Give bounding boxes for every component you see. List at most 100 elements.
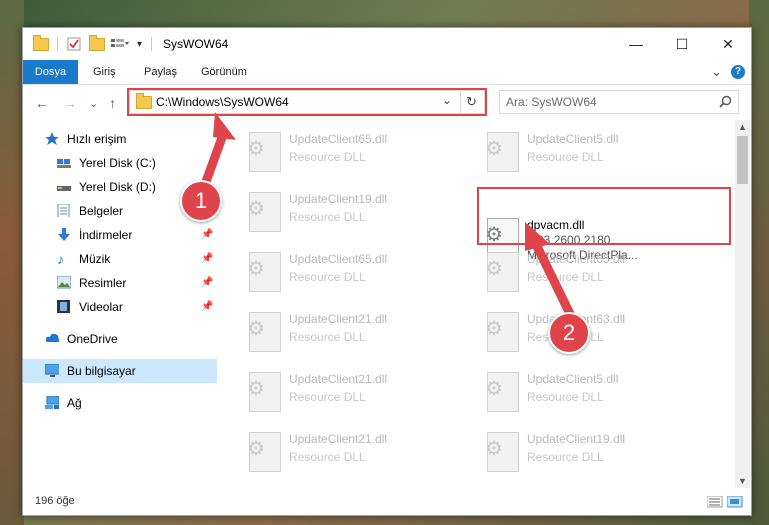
file-type: Resource DLL	[527, 150, 604, 164]
gear-icon: ⚙	[247, 318, 265, 340]
large-icons-view-icon[interactable]	[727, 496, 743, 508]
file-name: UpdateClient65.dll	[289, 132, 388, 146]
file-name: UpdateClient19.dll	[527, 432, 626, 446]
scroll-down-icon[interactable]: ▼	[738, 476, 747, 486]
file-tile[interactable]: ⚙ UpdateClient21.dll Resource DLL	[241, 366, 461, 422]
file-tile[interactable]: ⚙ UpdateClient19.dll Resource DLL	[479, 426, 699, 482]
gear-icon: ⚙	[247, 198, 265, 220]
gear-icon: ⚙	[485, 318, 503, 340]
drive-icon	[57, 159, 71, 168]
item-count: 196 öğe	[35, 495, 75, 507]
file-list: ⚙ UpdateClient65.dll Resource DLL ⚙ Upda…	[219, 120, 735, 485]
title-bar: ▾ SysWOW64 — ☐ ✕	[23, 28, 751, 60]
gear-icon: ⚙	[247, 438, 265, 460]
scrollbar-thumb[interactable]	[737, 136, 748, 184]
navigation-pane: Hızlı erişim Yerel Disk (C:) Yerel Disk …	[23, 120, 217, 490]
pin-icon[interactable]: 📌	[201, 271, 213, 295]
pictures-icon	[57, 276, 71, 289]
sidebar-item-onedrive[interactable]: OneDrive	[23, 327, 217, 351]
file-tile[interactable]: ⚙ UpdateClient65.dll Resource DLL	[241, 246, 461, 302]
sidebar-item-music[interactable]: ♪ Müzik 📌	[23, 247, 217, 271]
sidebar-item-label: Videolar	[79, 300, 123, 314]
file-name: UpdateClient21.dll	[289, 432, 388, 446]
qa-separator-2	[151, 36, 152, 52]
sidebar-item-network[interactable]: Ağ	[23, 391, 217, 415]
file-type: Resource DLL	[527, 450, 604, 464]
tab-share[interactable]: Paylaş	[144, 60, 177, 84]
highlight-box-address	[127, 88, 487, 116]
file-name: UpdateClient21.dll	[289, 312, 388, 326]
recent-locations-button[interactable]: ⌄	[89, 97, 98, 110]
music-note-icon: ♪	[57, 251, 64, 267]
explorer-window: ▾ SysWOW64 — ☐ ✕ Dosya Giriş Paylaş Görü…	[22, 27, 752, 516]
file-type: Resource DLL	[289, 210, 366, 224]
sidebar-item-label: Bu bilgisayar	[67, 364, 136, 378]
file-tile[interactable]: ⚙ UpdateClient19.dll Resource DLL	[241, 186, 461, 242]
file-tile[interactable]: ⚙ UpdateClient65.dll Resource DLL	[241, 126, 461, 182]
file-name: UpdateClient5.dll	[527, 372, 619, 386]
drive-icon	[57, 186, 71, 191]
sidebar-item-this-pc[interactable]: Bu bilgisayar	[23, 359, 217, 383]
sidebar-item-pictures[interactable]: Resimler 📌	[23, 271, 217, 295]
minimize-button[interactable]: —	[613, 28, 659, 60]
file-type: Resource DLL	[289, 270, 366, 284]
step-badge-2: 2	[548, 312, 590, 354]
close-button[interactable]: ✕	[705, 28, 751, 60]
search-icon[interactable]	[719, 95, 732, 108]
star-icon	[45, 132, 59, 145]
status-bar: 196 öğe	[23, 489, 751, 515]
gear-icon: ⚙	[485, 378, 503, 400]
file-name: UpdateClient5.dll	[527, 132, 619, 146]
vertical-scrollbar[interactable]: ▲ ▼	[735, 120, 750, 488]
pin-icon[interactable]: 📌	[201, 247, 213, 271]
customize-toolbar-icon[interactable]: ▾	[137, 36, 142, 52]
sidebar-item-videos[interactable]: Videolar 📌	[23, 295, 217, 319]
search-box[interactable]: Ara: SysWOW64	[499, 90, 739, 114]
download-arrow-icon	[58, 228, 70, 241]
pin-icon[interactable]: 📌	[201, 223, 213, 247]
search-input[interactable]: Ara: SysWOW64	[506, 95, 597, 109]
help-icon[interactable]: ?	[731, 65, 745, 79]
sidebar-item-label: Yerel Disk (D:)	[79, 180, 156, 194]
sidebar-item-disk-c[interactable]: Yerel Disk (C:)	[23, 151, 217, 175]
pin-icon[interactable]: 📌	[201, 295, 213, 319]
film-icon	[57, 300, 70, 313]
back-button[interactable]: ←	[35, 95, 49, 111]
forward-button[interactable]: →	[63, 95, 77, 111]
cloud-icon	[45, 333, 59, 342]
sidebar-item-label: Yerel Disk (C:)	[79, 156, 156, 170]
computer-icon	[45, 364, 59, 377]
desktop-background-right	[749, 0, 769, 525]
up-button[interactable]: ↑	[109, 95, 116, 111]
maximize-button[interactable]: ☐	[659, 28, 705, 60]
tab-view[interactable]: Görünüm	[201, 60, 247, 84]
sidebar-item-quick-access[interactable]: Hızlı erişim	[23, 127, 217, 151]
file-name: UpdateClient65.dll	[289, 252, 388, 266]
view-options-icon[interactable]	[111, 36, 129, 52]
qa-separator	[57, 36, 58, 52]
expand-ribbon-icon[interactable]: ⌄	[711, 60, 722, 84]
gear-icon: ⚙	[485, 438, 503, 460]
file-name: UpdateClient65.dll	[527, 252, 626, 266]
file-tile[interactable]: ⚙ UpdateClient21.dll Resource DLL	[241, 306, 461, 362]
file-tile[interactable]: ⚙ UpdateClient5.dll Resource DLL	[479, 126, 699, 182]
file-tile[interactable]: ⚙ UpdateClient21.dll Resource DLL	[241, 426, 461, 482]
sidebar-item-downloads[interactable]: İndirmeler 📌	[23, 223, 217, 247]
details-view-icon[interactable]	[707, 496, 723, 508]
file-type: Resource DLL	[289, 450, 366, 464]
file-tile[interactable]: ⚙ UpdateClient5.dll Resource DLL	[479, 366, 699, 422]
highlight-box-file	[477, 187, 731, 245]
gear-icon: ⚙	[247, 258, 265, 280]
tab-home[interactable]: Giriş	[93, 60, 116, 84]
sidebar-item-label: Resimler	[79, 276, 127, 290]
gear-icon: ⚙	[485, 258, 503, 280]
gear-icon: ⚙	[485, 138, 503, 160]
new-folder-icon[interactable]	[89, 34, 105, 52]
address-row: ← → ⌄ ↑ C:\Windows\SysWOW64 ⌄ ↻ Ara: Sys…	[23, 85, 751, 119]
file-type: Resource DLL	[527, 270, 604, 284]
properties-icon[interactable]	[67, 36, 81, 52]
file-type: Resource DLL	[289, 390, 366, 404]
file-tile[interactable]: ⚙ UpdateClient65.dll Resource DLL	[479, 246, 699, 302]
tab-file[interactable]: Dosya	[23, 60, 78, 84]
scroll-up-icon[interactable]: ▲	[738, 122, 747, 132]
